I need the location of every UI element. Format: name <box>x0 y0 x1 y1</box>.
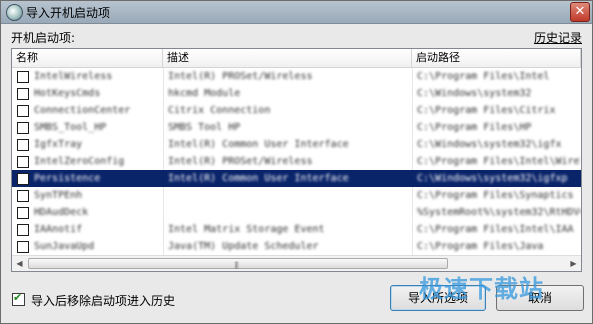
startup-items-list[interactable]: 名称 描述 启动路径 IntelWireless Intel(R) PROSet/… <box>11 48 582 272</box>
history-link[interactable]: 历史记录 <box>534 29 582 46</box>
row-name: ConnectionCenter <box>34 105 131 116</box>
table-row[interactable]: SMBS_Tool_HP SMBS Tool HP C:\Program Files… <box>12 119 581 136</box>
scroll-left-icon[interactable]: ◀ <box>12 256 27 271</box>
window-title: 导入开机启动项 <box>26 6 111 20</box>
move-to-history-option[interactable]: ✔ 导入后移除启动项进入历史 <box>12 291 176 309</box>
startup-list-label: 开机启动项: <box>11 31 76 45</box>
row-name: SMBS_Tool_HP <box>34 122 107 133</box>
row-path: C:\Program Files\Java <box>417 241 544 252</box>
row-name: SunJavaUpd <box>34 241 95 252</box>
row-name: Persistence <box>34 173 101 184</box>
scrollbar-thumb[interactable]: ||| <box>28 258 448 269</box>
row-checkbox[interactable] <box>17 71 29 83</box>
row-description: Intel(R) Common User Interface <box>168 173 349 184</box>
column-header-name[interactable]: 名称 <box>12 49 163 67</box>
row-checkbox[interactable] <box>17 139 29 151</box>
app-icon <box>6 4 23 21</box>
row-description <box>168 187 408 204</box>
import-startup-dialog: 导入开机启动项 ✕ 开机启动项: 历史记录 名称 描述 启动路径 IntelWi… <box>0 0 593 324</box>
column-header-path[interactable]: 启动路径 <box>412 49 581 67</box>
table-row[interactable]: SunJavaUpd Java(TM) Update Scheduler C:\Pr… <box>12 238 581 255</box>
list-header: 名称 描述 启动路径 <box>12 49 581 68</box>
row-name: IgfxTray <box>34 139 83 150</box>
row-checkbox[interactable] <box>17 190 29 202</box>
row-path: C:\Program Files\Intel\Wireless <box>417 156 581 167</box>
table-row[interactable]: ConnectionCenter Citrix Connection C:\Prog… <box>12 102 581 119</box>
row-path: C:\Program Files\Synaptics <box>417 190 574 201</box>
row-name: HotKeysCmds <box>34 88 101 99</box>
row-name: HDAudDeck <box>34 207 89 218</box>
table-row[interactable]: IgfxTray Intel(R) Common User Interface C:… <box>12 136 581 153</box>
table-row[interactable]: IntelWireless Intel(R) PROSet/Wireless C:\… <box>12 68 581 85</box>
row-name: SynTPEnh <box>34 190 83 201</box>
row-description: SMBS Tool HP <box>168 122 241 133</box>
row-path: C:\Windows\system32\igfxp <box>417 173 568 184</box>
row-description: Intel(R) PROSet/Wireless <box>168 156 313 167</box>
row-description: Java(TM) Update Scheduler <box>168 241 319 252</box>
row-path: C:\Windows\system32 <box>417 88 532 99</box>
close-button[interactable]: ✕ <box>570 2 590 22</box>
row-checkbox[interactable] <box>17 207 29 219</box>
row-path: C:\Program Files\HP <box>417 122 532 133</box>
row-description: Citrix Connection <box>168 105 271 116</box>
row-checkbox[interactable] <box>17 105 29 117</box>
move-to-history-label: 导入后移除启动项进入历史 <box>31 294 176 308</box>
row-name: IntelWireless <box>34 71 113 82</box>
title-bar: 导入开机启动项 ✕ <box>1 1 592 24</box>
row-checkbox[interactable] <box>17 224 29 236</box>
watermark-logo: 极速下载站 <box>419 275 544 303</box>
row-path: C:\Program Files\Intel <box>417 71 550 82</box>
row-checkbox[interactable] <box>17 241 29 253</box>
row-checkbox[interactable] <box>17 88 29 100</box>
row-description: Intel Matrix Storage Event <box>168 224 325 235</box>
row-description: Intel(R) Common User Interface <box>168 139 349 150</box>
row-checkbox[interactable] <box>17 122 29 134</box>
row-path: C:\Windows\system32\igfx <box>417 139 562 150</box>
row-checkbox[interactable] <box>17 156 29 168</box>
row-path: %SystemRoot%\system32\RtHDVCpl <box>417 207 581 218</box>
scrollbar-grip-icon: ||| <box>234 261 239 269</box>
table-row[interactable]: IntelZeroConfig Intel(R) PROSet/Wireless C… <box>12 153 581 170</box>
row-description <box>168 204 408 221</box>
move-to-history-checkbox[interactable]: ✔ <box>12 291 25 306</box>
row-description: hkcmd Module <box>168 88 241 99</box>
row-checkbox[interactable] <box>17 173 29 185</box>
checkmark-icon: ✔ <box>13 291 23 304</box>
table-row[interactable]: Persistence Intel(R) Common User Interfac… <box>12 170 581 187</box>
table-row[interactable]: HDAudDeck %SystemRoot%\system32\RtHDVCpl <box>12 204 581 221</box>
scroll-right-icon[interactable]: ▶ <box>566 256 581 271</box>
row-name: IntelZeroConfig <box>34 156 125 167</box>
column-header-description[interactable]: 描述 <box>163 49 412 67</box>
row-name: IAAnotif <box>34 224 83 235</box>
row-path: C:\Program Files\Intel\IAA <box>417 224 574 235</box>
row-path: C:\Program Files\Citrix <box>417 105 556 116</box>
row-description: Intel(R) PROSet/Wireless <box>168 71 313 82</box>
table-row[interactable]: IAAnotif Intel Matrix Storage Event C:\Pro… <box>12 221 581 238</box>
table-row[interactable]: SynTPEnh C:\Program Files\Synaptics <box>12 187 581 204</box>
table-row[interactable]: HotKeysCmds hkcmd Module C:\Windows\system… <box>12 85 581 102</box>
